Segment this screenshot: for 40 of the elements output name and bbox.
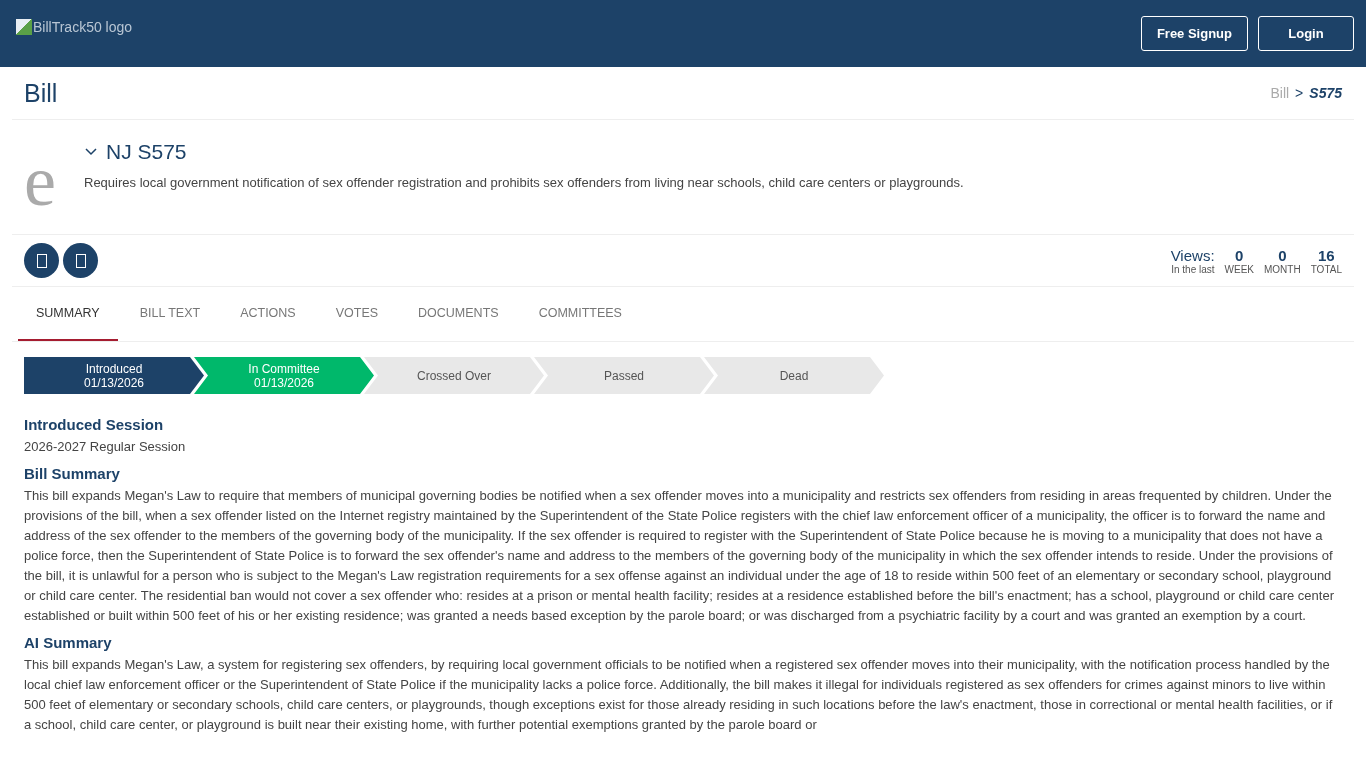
progress-step: Introduced 01/13/2026 <box>24 357 204 394</box>
bill-description: Requires local government notification of sex offender registration and prohibits sex offenders from living near schools, child care centers or playgrounds. <box>84 175 964 190</box>
missing-glyph-icon <box>36 253 47 268</box>
bill-avatar: e <box>24 145 57 223</box>
views-label: Views: <box>1170 246 1215 264</box>
tab[interactable]: ACTIONS <box>222 287 314 341</box>
breadcrumb-current: S575 <box>1309 85 1342 101</box>
page-title: Bill <box>24 78 58 108</box>
section-heading: Introduced Session <box>24 416 165 433</box>
section-text: 2026-2027 Regular Session <box>24 438 187 456</box>
view-period: TOTAL <box>1310 263 1342 275</box>
view-count: 0 <box>1234 246 1245 264</box>
section-heading: Bill Summary <box>24 465 121 482</box>
view-count: 16 <box>1317 246 1336 264</box>
action-button[interactable] <box>63 243 98 278</box>
breadcrumb-separator: > <box>1295 85 1304 101</box>
logo-image[interactable]: BillTrack50 logo <box>16 19 133 35</box>
tab[interactable]: DOCUMENTS <box>400 287 517 341</box>
view-period: MONTH <box>1264 263 1301 275</box>
progress-step: In Committee 01/13/2026 <box>194 357 374 394</box>
progress-step: Passed <box>534 357 714 394</box>
views-sublabel: In the last <box>1170 263 1215 275</box>
progress-step: Crossed Over <box>364 357 544 394</box>
bill-number: NJ S575 <box>106 140 187 164</box>
progress-step: Dead <box>704 357 884 394</box>
action-button[interactable] <box>24 243 59 278</box>
section-heading: AI Summary <box>24 634 113 651</box>
header-button[interactable]: Login <box>1258 16 1354 51</box>
section-text: This bill expands Megan's Law, a system for registering sex offenders, by requiring local government officials to be notified when a registered sex offender moves into their municipality, with the notification process handled by the local chief law enforcement officer or the Superintendent of State Police if the municipality lacks a police force. Additionally, the bill makes it illegal for individuals registered as sex offenders for crimes against minors to live within 500 feet of elementary or secondary schools, child care centers, or playgrounds, though exceptions exist for those already residing in such locations before the law's enactment, those in correctional or mental health facilities, or if a school, child care center, or playground is built near their existing home, with further potential exemptions granted by the parole board or <box>24 656 1334 734</box>
tab[interactable]: VOTES <box>317 287 397 341</box>
tab[interactable]: SUMMARY <box>18 287 118 341</box>
tab[interactable]: BILL TEXT <box>121 287 219 341</box>
view-count: 0 <box>1277 246 1288 264</box>
header-button[interactable]: Free Signup <box>1140 16 1248 51</box>
chevron-down-icon[interactable] <box>84 147 98 157</box>
section-text: This bill expands Megan's Law to require that members of municipal governing bodies be notified when a sex offender moves into a municipality and restricts sex offenders from residing in areas frequented by children. Under the provisions of the bill, when a sex offender listed on the Internet registry maintained by the Superintendent of the State Police registers with the chief law enforcement officer of a municipality, the officer is to forward the name and address of the sex offender to the members of the governing body of the municipality. If the sex offender is required to register with the Superintendent of State Police because he is moving to a municipality that does not have a police force, then the Superintendent of State Police is to forward the sex offender's name and address to the members of the governing body of the municipality in which the sex offender intends to reside. Under the provisions of the bill, it is unlawful for a person who is subject to the Megan's Law registration requirements for a sex offense against an individual under the age of 18 to reside within 500 feet of an elementary or secondary school, playground or child care center. The residential ban would not cover a sex offender who: resides at a prison or mental health facility; resides at a residence established before the bill's enactment; has a school, playground or child care center established or built within 500 feet of his or her existing residence; was granted a needs based exception by the parole board; or was discharged from a psychiatric facility by a court and was granted an exemption by a court. <box>24 487 1335 625</box>
missing-glyph-icon <box>75 253 86 268</box>
view-period: WEEK <box>1224 263 1254 275</box>
tab[interactable]: COMMITTEES <box>520 287 640 341</box>
broken-image-icon <box>16 19 32 35</box>
